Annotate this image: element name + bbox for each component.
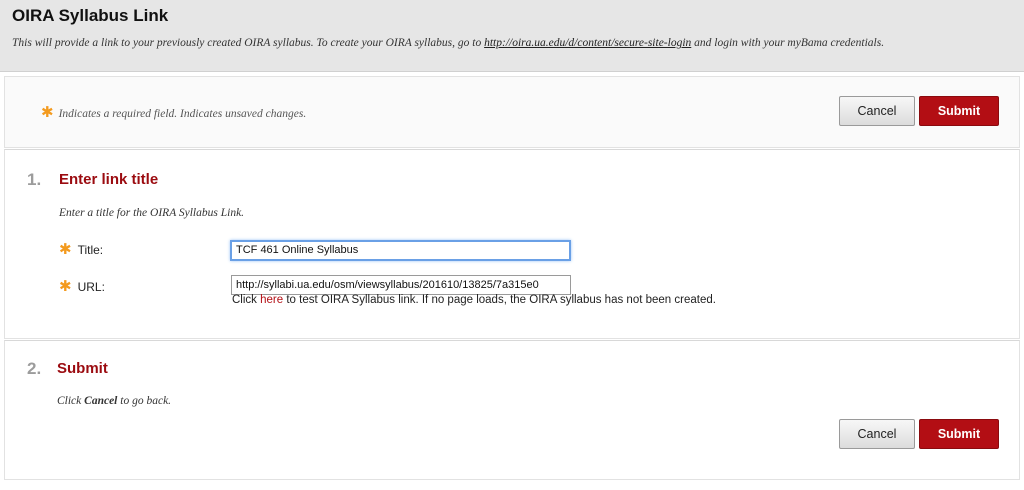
page-header: OIRA Syllabus Link This will provide a l… [0, 0, 1024, 72]
url-help-text: Click here to test OIRA Syllabus link. I… [232, 294, 716, 306]
page-description: This will provide a link to your previou… [12, 35, 1002, 52]
title-input[interactable]: TCF 461 Online Syllabus [230, 240, 571, 261]
url-help-end: to test OIRA Syllabus link. If no page l… [283, 294, 716, 306]
title-label-text: Title: [77, 243, 104, 257]
url-field-label: ✱ URL: [59, 277, 105, 295]
step-title: Submit [57, 360, 108, 377]
url-label-text: URL: [77, 280, 105, 294]
url-input[interactable]: http://syllabi.ua.edu/osm/viewsyllabus/2… [231, 275, 571, 295]
instruction-end: to go back. [117, 395, 172, 407]
cancel-button-top[interactable]: Cancel [839, 96, 915, 126]
step-enter-link-title: 1. Enter link title Enter a title for th… [4, 149, 1020, 339]
oira-login-link[interactable]: http://oira.ua.edu/d/content/secure-site… [484, 37, 691, 49]
step-instruction: Enter a title for the OIRA Syllabus Link… [59, 207, 245, 219]
asterisk-icon: ✱ [59, 277, 72, 295]
step-submit: 2. Submit Click Cancel to go back. Cance… [4, 340, 1020, 480]
url-help-start: Click [232, 294, 261, 306]
step-number: 1. [27, 170, 42, 189]
required-field-note: ✱ Indicates a required field. Indicates u… [41, 103, 306, 121]
step-instruction: Click Cancel to go back. [57, 395, 171, 407]
description-text-start: This will provide a link to your previou… [12, 37, 485, 49]
required-note-text: Indicates a required field. Indicates un… [58, 108, 307, 120]
submit-button-top[interactable]: Submit [919, 96, 999, 126]
instruction-cancel-word: Cancel [84, 395, 118, 407]
asterisk-icon: ✱ [59, 240, 72, 258]
submit-button-bottom[interactable]: Submit [919, 419, 999, 449]
test-link[interactable]: here [260, 294, 283, 306]
step-title: Enter link title [59, 171, 159, 188]
cancel-button-bottom[interactable]: Cancel [839, 419, 915, 449]
asterisk-icon: ✱ [41, 103, 54, 121]
instruction-start: Click [57, 395, 85, 407]
title-field-label: ✱ Title: [59, 240, 103, 258]
step-number: 2. [27, 359, 42, 378]
top-action-bar: ✱ Indicates a required field. Indicates u… [4, 76, 1020, 148]
description-text-end: and login with your myBama credentials. [691, 37, 885, 49]
page-title: OIRA Syllabus Link [12, 6, 169, 25]
